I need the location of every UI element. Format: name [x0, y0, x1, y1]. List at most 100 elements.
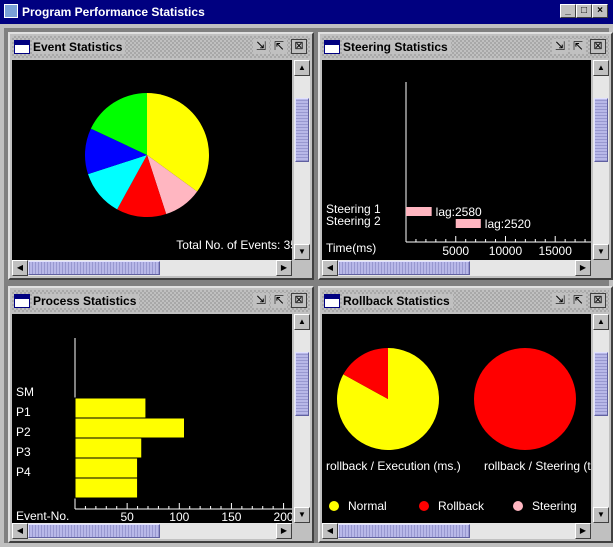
process-bar [74, 437, 143, 459]
event-statistics-title-bar[interactable]: Event Statistics ⇲ ⇱ ⊠ [12, 36, 310, 58]
process-category-label: SM [16, 385, 34, 399]
process-bar [74, 457, 139, 479]
process-statistics-window[interactable]: Process Statistics ⇲ ⇱ ⊠ SM P1 P2 P3 P4 50 10… [8, 286, 314, 543]
process-ticks: 50 100 150 200 [84, 503, 292, 523]
rollback-steering-label: rollback / Steering (tr [484, 459, 591, 473]
window-icon [324, 294, 340, 308]
scroll-left-arrow[interactable]: ◀ [12, 260, 28, 276]
steering-statistics-window[interactable]: Steering Statistics ⇲ ⇱ ⊠ Steering 1 Ste… [318, 32, 613, 280]
rollback-statistics-title-bar[interactable]: Rollback Statistics ⇲ ⇱ ⊠ [322, 290, 609, 312]
steering-lag-label: lag:2520 [485, 217, 531, 231]
process-bar [74, 477, 139, 499]
steering-bars: lag:2580lag:2520 [406, 205, 531, 231]
scroll-left-arrow[interactable]: ◀ [322, 260, 338, 276]
horizontal-scrollbar[interactable]: ◀ ▶ [12, 260, 292, 276]
process-bar [74, 417, 185, 439]
process-category-label: P3 [16, 445, 31, 459]
restore-icon[interactable]: ⇲ [552, 293, 568, 308]
legend-label: Normal [348, 499, 387, 513]
scroll-right-arrow[interactable]: ▶ [276, 260, 292, 276]
event-statistics-window[interactable]: Event Statistics ⇲ ⇱ ⊠ Total No. of Even… [8, 32, 314, 280]
steering-chart-area: Steering 1 Steering 2 Time(ms) lag:2580 l… [322, 60, 591, 260]
legend-dot [419, 501, 429, 511]
steering-bar [455, 219, 481, 228]
scroll-down-arrow[interactable]: ▼ [294, 507, 310, 523]
scroll-left-arrow[interactable]: ◀ [12, 523, 28, 539]
window-icon [14, 294, 30, 308]
minimize-button[interactable]: _ [560, 4, 576, 18]
legend-label: Steering [532, 499, 577, 513]
scroll-thumb[interactable] [338, 261, 470, 275]
process-bar-chart: SM P1 P2 P3 P4 50 100 150 200 Event-No. [16, 338, 292, 523]
scroll-thumb[interactable] [594, 352, 608, 416]
maximize-icon[interactable]: ⇱ [271, 39, 287, 54]
rollback-chart-area: rollback / Execution (ms.) rollback / St… [322, 314, 591, 523]
scroll-down-arrow[interactable]: ▼ [294, 244, 310, 260]
restore-icon[interactable]: ⇲ [552, 39, 568, 54]
scroll-up-arrow[interactable]: ▲ [593, 60, 609, 76]
scroll-down-arrow[interactable]: ▼ [593, 244, 609, 260]
scroll-down-arrow[interactable]: ▼ [593, 507, 609, 523]
process-statistics-title-bar[interactable]: Process Statistics ⇲ ⇱ ⊠ [12, 290, 310, 312]
maximize-icon[interactable]: ⇱ [570, 293, 586, 308]
legend-dot [513, 501, 523, 511]
scroll-thumb[interactable] [295, 98, 309, 162]
steering-x-axis-label: Time(ms) [326, 241, 376, 255]
restore-icon[interactable]: ⇲ [253, 39, 269, 54]
scroll-thumb[interactable] [295, 352, 309, 416]
total-events-label: Total No. of Events: 354 [176, 238, 292, 252]
vertical-scrollbar[interactable]: ▲ ▼ [593, 60, 609, 260]
steering-statistics-title-bar[interactable]: Steering Statistics ⇲ ⇱ ⊠ [322, 36, 609, 58]
scroll-corner [294, 523, 310, 539]
horizontal-scrollbar[interactable]: ◀ ▶ [322, 260, 591, 276]
vertical-scrollbar[interactable]: ▲ ▼ [294, 60, 310, 260]
process-tick-label: 100 [169, 510, 189, 523]
maximize-icon[interactable]: ⇱ [271, 293, 287, 308]
scroll-thumb[interactable] [28, 524, 160, 538]
process-category-label: P2 [16, 425, 31, 439]
close-icon[interactable]: ⊠ [291, 39, 307, 54]
event-chart-area: Total No. of Events: 354 [12, 60, 292, 260]
scroll-right-arrow[interactable]: ▶ [276, 523, 292, 539]
rollback-statistics-window[interactable]: Rollback Statistics ⇲ ⇱ ⊠ rollback / Exe… [318, 286, 613, 543]
window-title: Event Statistics [32, 40, 126, 54]
vertical-scrollbar[interactable]: ▲ ▼ [593, 314, 609, 523]
process-bars: SM P1 P2 P3 P4 [16, 385, 185, 499]
rollback-pie-charts: rollback / Execution (ms.) rollback / St… [326, 348, 591, 513]
window-icon [14, 40, 30, 54]
scroll-thumb[interactable] [594, 98, 608, 162]
rollback-steering-pie [474, 348, 576, 450]
scroll-up-arrow[interactable]: ▲ [294, 60, 310, 76]
process-tick-label: 150 [221, 510, 241, 523]
close-button[interactable]: × [592, 4, 608, 18]
scroll-up-arrow[interactable]: ▲ [294, 314, 310, 330]
horizontal-scrollbar[interactable]: ◀ ▶ [322, 523, 591, 539]
legend-dot [329, 501, 339, 511]
pie-slice [474, 348, 576, 450]
scroll-thumb[interactable] [28, 261, 160, 275]
window-title: Rollback Statistics [342, 294, 453, 308]
horizontal-scrollbar[interactable]: ◀ ▶ [12, 523, 292, 539]
steering-category-label: Steering 2 [326, 214, 381, 228]
vertical-scrollbar[interactable]: ▲ ▼ [294, 314, 310, 523]
maximize-icon[interactable]: ⇱ [570, 39, 586, 54]
close-icon[interactable]: ⊠ [590, 39, 606, 54]
rollback-legend: Normal Rollback Steering [329, 499, 577, 513]
scroll-up-arrow[interactable]: ▲ [593, 314, 609, 330]
scroll-right-arrow[interactable]: ▶ [575, 523, 591, 539]
maximize-button[interactable]: □ [576, 4, 592, 18]
app-title-bar: Program Performance Statistics _ □ × [0, 0, 613, 24]
steering-lag-label: lag:2580 [436, 205, 482, 219]
steering-bar [406, 207, 432, 216]
close-icon[interactable]: ⊠ [291, 293, 307, 308]
scroll-right-arrow[interactable]: ▶ [575, 260, 591, 276]
scroll-corner [593, 523, 609, 539]
close-icon[interactable]: ⊠ [590, 293, 606, 308]
app-icon [4, 4, 18, 18]
scroll-thumb[interactable] [338, 524, 470, 538]
rollback-execution-pie [337, 348, 440, 450]
restore-icon[interactable]: ⇲ [253, 293, 269, 308]
scroll-left-arrow[interactable]: ◀ [322, 523, 338, 539]
window-icon [324, 40, 340, 54]
process-category-label: P4 [16, 465, 31, 479]
